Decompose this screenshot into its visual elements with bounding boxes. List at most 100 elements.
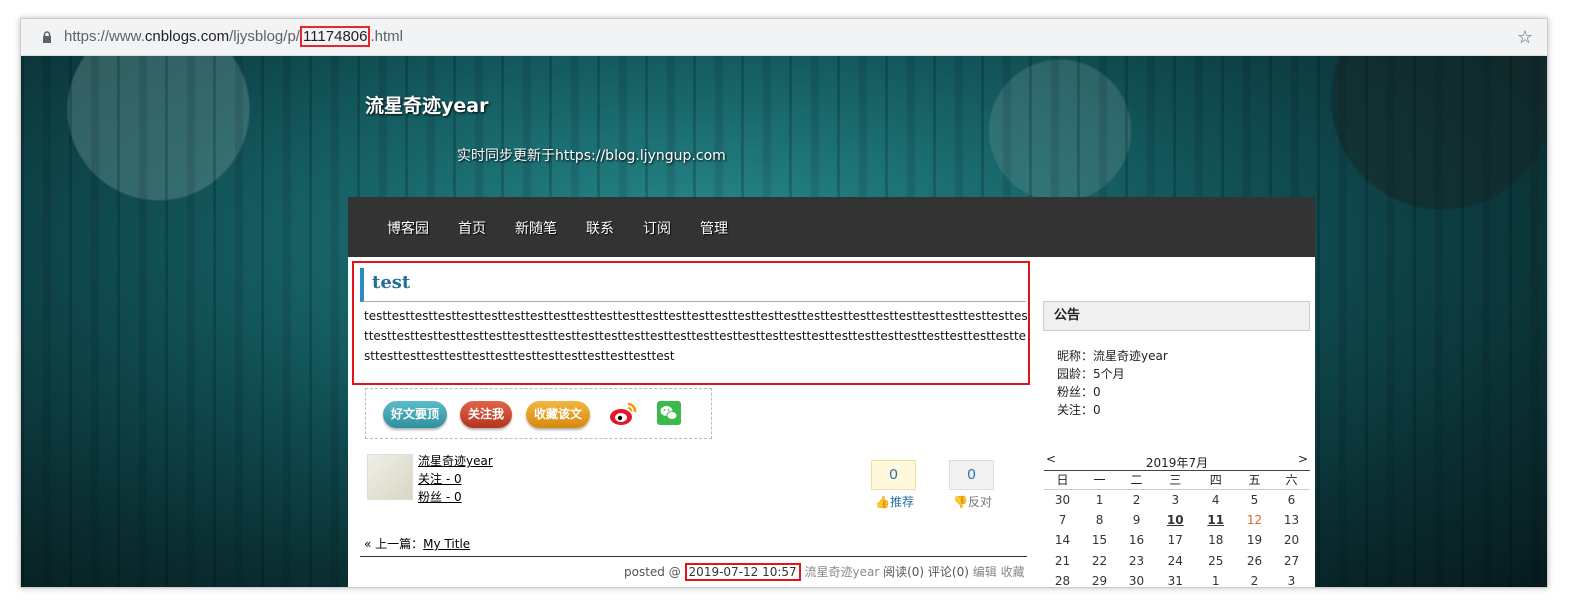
calendar-day: 19 [1246, 533, 1263, 548]
weekday-thu: 四 [1195, 471, 1236, 490]
weekday-tue: 二 [1118, 471, 1156, 490]
weekday-sun: 日 [1044, 471, 1082, 490]
blog-title[interactable]: 流星奇迹year [365, 91, 488, 118]
calendar-day: 4 [1211, 492, 1220, 507]
good-post-button[interactable]: 好文要顶 [383, 401, 447, 428]
follow-me-button[interactable]: 关注我 [460, 401, 512, 428]
post-divider [360, 556, 1027, 557]
prev-post: « 上一篇：My Title [364, 535, 470, 552]
calendar-day: 28 [1054, 574, 1071, 588]
calendar-day: 13 [1283, 512, 1300, 527]
favorite-link[interactable]: 收藏 [997, 565, 1025, 579]
calendar-day: 17 [1167, 533, 1183, 548]
footer-author-link[interactable]: 流星奇迹year [801, 565, 883, 579]
calendar-day-link[interactable]: 10 [1155, 510, 1195, 531]
blog-subtitle: 实时同步更新于https://blog.ljyngup.com [457, 148, 726, 164]
author-avatar[interactable] [367, 454, 413, 500]
nav-admin[interactable]: 管理 [700, 218, 728, 238]
calendar-day: 24 [1167, 553, 1183, 568]
calendar-day: 27 [1283, 553, 1300, 568]
nav-contact[interactable]: 联系 [586, 218, 614, 238]
calendar-day: 30 [1128, 574, 1145, 588]
calendar-day-today: 12 [1246, 512, 1263, 527]
post-body: testtesttesttesttesttesttesttesttesttest… [364, 309, 1028, 363]
profile-follow[interactable]: 关注：0 [1057, 401, 1168, 419]
nav-subscribe[interactable]: 订阅 [643, 218, 671, 238]
address-bar[interactable]: https://www.cnblogs.com/ljysblog/p/11174… [21, 19, 1547, 56]
url-path: /ljysblog/p/ [229, 28, 300, 45]
comment-count[interactable]: 评论(0) [924, 565, 973, 579]
calendar-day: 7 [1058, 512, 1067, 527]
url-domain: cnblogs.com [144, 28, 230, 45]
calendar-day: 3 [1287, 574, 1296, 588]
calendar-day: 30 [1054, 492, 1071, 507]
share-box: 好文要顶 关注我 收藏该文 [365, 388, 712, 439]
calendar-day: 2 [1132, 492, 1141, 507]
nav-home[interactable]: 首页 [458, 218, 486, 238]
weibo-icon[interactable] [609, 401, 637, 427]
url-prefix: https://www. [64, 28, 145, 45]
bookmark-star-icon[interactable]: ☆ [1517, 27, 1533, 48]
author-follow-link[interactable]: 关注 - 0 [418, 470, 462, 487]
calendar-week: 28 29 30 31 1 2 3 [1044, 571, 1310, 588]
post-title[interactable]: test [372, 272, 410, 293]
content-area: test testtesttesttesttesttesttesttesttes… [348, 257, 1315, 588]
profile-fans[interactable]: 粉丝：0 [1057, 383, 1168, 401]
calendar-week: 14 15 16 17 18 19 20 [1044, 530, 1310, 551]
post-title-bar: test [360, 268, 1026, 302]
calendar-day: 1 [1211, 574, 1220, 588]
post-footer: posted @ 2019-07-12 10:57 流星奇迹year 阅读(0)… [624, 563, 1025, 581]
author-name-link[interactable]: 流星奇迹year [418, 452, 493, 469]
bury-count[interactable]: 0 [949, 460, 994, 490]
nav-new-post[interactable]: 新随笔 [515, 218, 557, 238]
url-text[interactable]: https://www.cnblogs.com/ljysblog/p/11174… [64, 26, 403, 47]
calendar-week: 21 22 23 24 25 26 27 [1044, 551, 1310, 572]
profile-info: 昵称：流星奇迹year 园龄：5个月 粉丝：0 关注：0 [1057, 347, 1168, 419]
calendar-next-month[interactable]: > [1298, 452, 1308, 466]
author-fans-link[interactable]: 粉丝 - 0 [418, 488, 462, 505]
digg-count[interactable]: 0 [871, 460, 916, 490]
bury-button[interactable]: 👎反对 [953, 493, 992, 510]
calendar-week: 7 8 9 10 11 12 13 [1044, 510, 1310, 531]
url-post-id-highlight: 11174806 [299, 26, 371, 47]
prev-post-link[interactable]: My Title [423, 537, 470, 551]
calendar-day: 23 [1128, 553, 1145, 568]
calendar-day-link[interactable]: 11 [1196, 510, 1236, 531]
browser-window: https://www.cnblogs.com/ljysblog/p/11174… [20, 18, 1548, 588]
thumb-down-icon: 👎 [953, 495, 968, 509]
nav-cnblogs[interactable]: 博客园 [387, 218, 429, 238]
url-suffix: .html [370, 28, 403, 45]
calendar-day: 8 [1095, 512, 1104, 527]
calendar-header: < 2019年7月 > [1044, 451, 1310, 471]
wechat-icon[interactable] [657, 401, 681, 425]
digg-button[interactable]: 👍推荐 [875, 493, 914, 510]
weekday-wed: 三 [1155, 471, 1196, 490]
calendar-day: 21 [1054, 553, 1071, 568]
calendar-day: 6 [1287, 492, 1296, 507]
post-datetime: 2019-07-12 10:57 [684, 563, 801, 581]
calendar-day: 2 [1250, 574, 1259, 588]
calendar-day: 15 [1091, 533, 1108, 548]
edit-link[interactable]: 编辑 [973, 565, 997, 579]
profile-age[interactable]: 园龄：5个月 [1057, 365, 1168, 383]
calendar-day: 1 [1095, 492, 1104, 507]
notice-header: 公告 [1043, 301, 1310, 331]
weekday-sat: 六 [1272, 471, 1310, 490]
thumb-up-icon: 👍 [875, 495, 890, 509]
calendar-title: 2019年7月 [1145, 456, 1209, 470]
calendar-day: 26 [1246, 553, 1263, 568]
prev-post-prefix: « 上一篇： [364, 537, 424, 551]
calendar-day: 3 [1171, 492, 1180, 507]
favorite-post-button[interactable]: 收藏该文 [526, 401, 590, 428]
calendar-grid: 日 一 二 三 四 五 六 30 1 2 3 4 5 6 7 8 9 10 11… [1044, 471, 1310, 588]
calendar-day: 16 [1128, 533, 1145, 548]
calendar-day: 31 [1167, 574, 1183, 588]
posted-label: posted @ [624, 565, 685, 579]
calendar-day: 25 [1208, 553, 1224, 568]
profile-nickname[interactable]: 昵称：流星奇迹year [1057, 347, 1168, 365]
calendar: < 2019年7月 > 日 一 二 三 四 五 六 30 1 2 3 4 5 6… [1044, 451, 1310, 588]
lock-icon [43, 31, 51, 43]
calendar-day: 5 [1250, 492, 1259, 507]
calendar-day: 20 [1283, 533, 1300, 548]
calendar-day: 14 [1054, 533, 1071, 548]
